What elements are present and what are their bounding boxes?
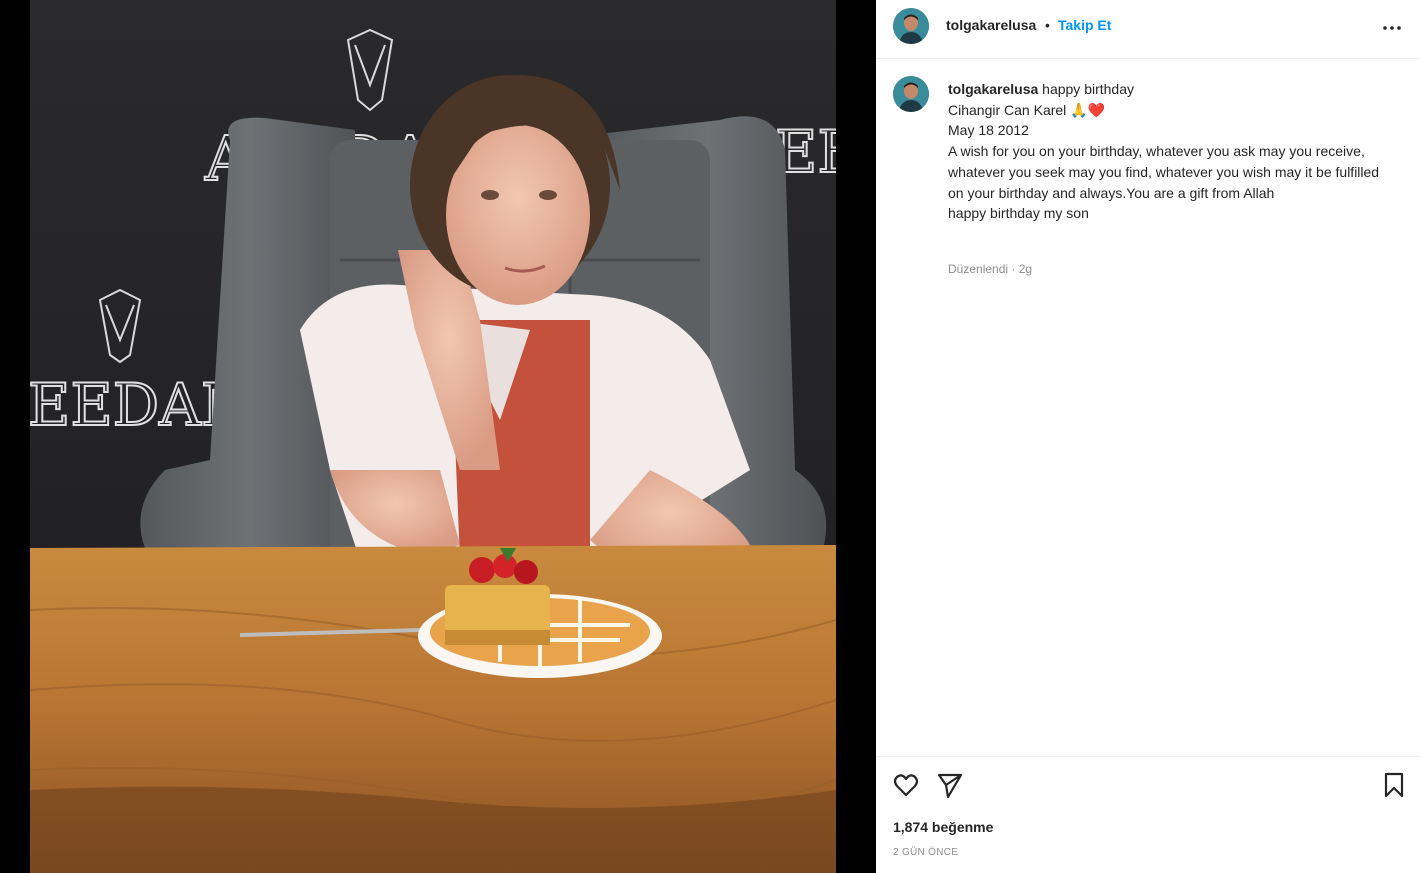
caption-avatar[interactable] [893, 76, 929, 112]
caption-line: tolgakarelusa happy birthday [948, 81, 1134, 97]
likes-count[interactable]: 1,874 beğenme [893, 819, 993, 835]
heart-icon[interactable] [892, 771, 920, 799]
post-header: tolgakarelusa • Takip Et [876, 0, 1420, 59]
follow-button[interactable]: Takip Et [1058, 17, 1111, 33]
caption-text: tolgakarelusa happy birthday Cihangir Ca… [948, 79, 1398, 224]
author-username[interactable]: tolgakarelusa [946, 17, 1036, 33]
caption-line: Cihangir Can Karel 🙏❤️ [948, 101, 1106, 118]
post-actions: 1,874 beğenme 2 GÜN ÖNCE [876, 756, 1420, 873]
more-horizontal-icon[interactable] [1378, 14, 1406, 42]
caption-meta: Düzenlendi · 2g [948, 262, 1033, 276]
caption-line: happy birthday my son [948, 205, 1089, 222]
send-icon[interactable] [936, 771, 964, 799]
caption-username[interactable]: tolgakarelusa [948, 81, 1038, 97]
bookmark-icon[interactable] [1380, 771, 1408, 799]
separator-dot: • [1045, 17, 1050, 33]
post-media: AFEDA EEDAM EE [0, 0, 876, 873]
caption-first-line: happy birthday [1042, 81, 1134, 97]
caption-line: A wish for you on your birthday, whateve… [948, 143, 1380, 201]
instagram-post-view: AFEDA EEDAM EE [0, 0, 1420, 873]
post-sidebar: tolgakarelusa • Takip Et tolgakarelusa h… [876, 0, 1420, 873]
caption-line: May 18 2012 [948, 122, 1029, 139]
post-timestamp[interactable]: 2 GÜN ÖNCE [893, 847, 958, 858]
author-avatar[interactable] [893, 8, 929, 44]
post-photo: AFEDA EEDAM EE [30, 0, 836, 873]
